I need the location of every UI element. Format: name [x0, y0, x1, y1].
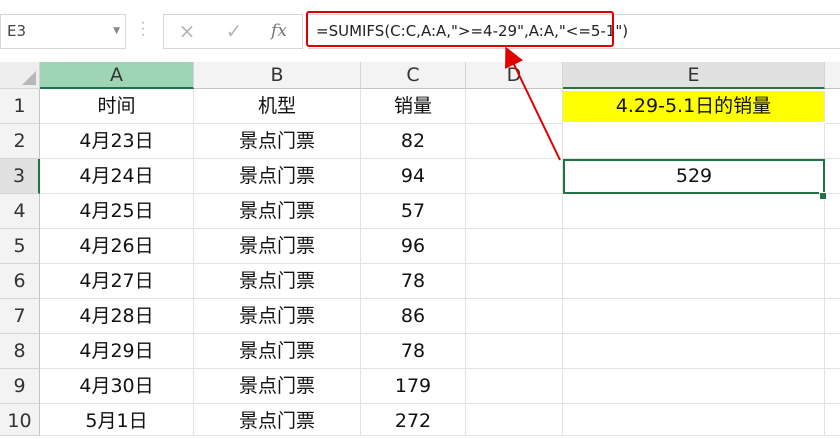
row-header-9[interactable]: 9	[0, 369, 40, 404]
cell-b6[interactable]: 景点门票	[194, 264, 361, 299]
cell-a9[interactable]: 4月30日	[40, 369, 194, 404]
cell-c6[interactable]: 78	[361, 264, 466, 299]
name-box-value: E3	[7, 22, 27, 40]
cell-b10[interactable]: 景点门票	[194, 404, 361, 436]
column-header-c[interactable]: C	[361, 62, 466, 89]
cell-a1[interactable]: 时间	[40, 89, 194, 124]
row-header-5[interactable]: 5	[0, 229, 40, 264]
cell-c10[interactable]: 272	[361, 404, 466, 436]
cell-c5[interactable]: 96	[361, 229, 466, 264]
cell-f4[interactable]	[825, 194, 840, 229]
cell-f6[interactable]	[825, 264, 840, 299]
cell-e8[interactable]	[563, 334, 825, 369]
cell-a2[interactable]: 4月23日	[40, 124, 194, 159]
cell-f9[interactable]	[825, 369, 840, 404]
select-all-corner[interactable]	[0, 62, 40, 89]
cell-b1[interactable]: 机型	[194, 89, 361, 124]
cell-e10[interactable]	[563, 404, 825, 436]
formula-buttons: × ✓ fx	[163, 14, 303, 49]
row-header-1[interactable]: 1	[0, 89, 40, 124]
cell-b3[interactable]: 景点门票	[194, 159, 361, 194]
cell-b7[interactable]: 景点门票	[194, 299, 361, 334]
cell-b2[interactable]: 景点门票	[194, 124, 361, 159]
cell-d1[interactable]	[466, 89, 563, 124]
enter-check-icon[interactable]: ✓	[219, 15, 249, 48]
cell-f5[interactable]	[825, 229, 840, 264]
cancel-icon[interactable]: ×	[172, 15, 202, 48]
cell-c4[interactable]: 57	[361, 194, 466, 229]
row-header-7[interactable]: 7	[0, 299, 40, 334]
row-header-8[interactable]: 8	[0, 334, 40, 369]
column-header-b[interactable]: B	[194, 62, 361, 89]
fill-handle[interactable]	[819, 192, 827, 200]
column-header-a[interactable]: A	[40, 62, 194, 89]
cell-a8[interactable]: 4月29日	[40, 334, 194, 369]
cell-f3[interactable]	[825, 159, 840, 194]
cell-d6[interactable]	[466, 264, 563, 299]
cell-d10[interactable]	[466, 404, 563, 436]
cell-e5[interactable]	[563, 229, 825, 264]
cell-d8[interactable]	[466, 334, 563, 369]
cell-c8[interactable]: 78	[361, 334, 466, 369]
column-header-d[interactable]: D	[466, 62, 563, 89]
cell-f7[interactable]	[825, 299, 840, 334]
row-header-3[interactable]: 3	[0, 159, 40, 194]
cell-d3[interactable]	[466, 159, 563, 194]
cell-a10[interactable]: 5月1日	[40, 404, 194, 436]
name-box[interactable]: E3 ▼	[0, 14, 126, 49]
row-header-6[interactable]: 6	[0, 264, 40, 299]
cell-e9[interactable]	[563, 369, 825, 404]
row-header-10[interactable]: 10	[0, 404, 40, 436]
cell-c1[interactable]: 销量	[361, 89, 466, 124]
column-header-e[interactable]: E	[563, 62, 825, 89]
cell-d4[interactable]	[466, 194, 563, 229]
cell-d7[interactable]	[466, 299, 563, 334]
cell-c7[interactable]: 86	[361, 299, 466, 334]
column-header-f[interactable]	[825, 62, 840, 89]
cell-a3[interactable]: 4月24日	[40, 159, 194, 194]
cell-e7[interactable]	[563, 299, 825, 334]
cell-d9[interactable]	[466, 369, 563, 404]
cell-d5[interactable]	[466, 229, 563, 264]
row-header-2[interactable]: 2	[0, 124, 40, 159]
cell-b5[interactable]: 景点门票	[194, 229, 361, 264]
insert-function-icon[interactable]: fx	[264, 15, 294, 48]
row-header-4[interactable]: 4	[0, 194, 40, 229]
cell-b8[interactable]: 景点门票	[194, 334, 361, 369]
cell-c3[interactable]: 94	[361, 159, 466, 194]
cell-b9[interactable]: 景点门票	[194, 369, 361, 404]
cell-e4[interactable]	[563, 194, 825, 229]
formula-bar-grip-icon[interactable]: · · ·	[141, 17, 145, 42]
cell-e6[interactable]	[563, 264, 825, 299]
cell-a5[interactable]: 4月26日	[40, 229, 194, 264]
cell-b4[interactable]: 景点门票	[194, 194, 361, 229]
cell-c2[interactable]: 82	[361, 124, 466, 159]
cell-a4[interactable]: 4月25日	[40, 194, 194, 229]
active-cell-e3[interactable]: 529	[563, 159, 825, 194]
cell-e1[interactable]: 4.29-5.1日的销量	[563, 91, 825, 122]
cell-f8[interactable]	[825, 334, 840, 369]
name-box-dropdown-icon[interactable]: ▼	[113, 15, 120, 48]
cell-f2[interactable]	[825, 124, 840, 159]
formula-highlight-box	[306, 11, 614, 47]
cell-e2[interactable]	[563, 124, 825, 159]
cell-c9[interactable]: 179	[361, 369, 466, 404]
cell-f1[interactable]	[825, 89, 840, 124]
formula-bar: E3 ▼ · · · × ✓ fx =SUMIFS(C:C,A:A,">=4-29"…	[0, 0, 840, 60]
cell-f10[interactable]	[825, 404, 840, 436]
cell-a6[interactable]: 4月27日	[40, 264, 194, 299]
cell-a7[interactable]: 4月28日	[40, 299, 194, 334]
cell-d2[interactable]	[466, 124, 563, 159]
